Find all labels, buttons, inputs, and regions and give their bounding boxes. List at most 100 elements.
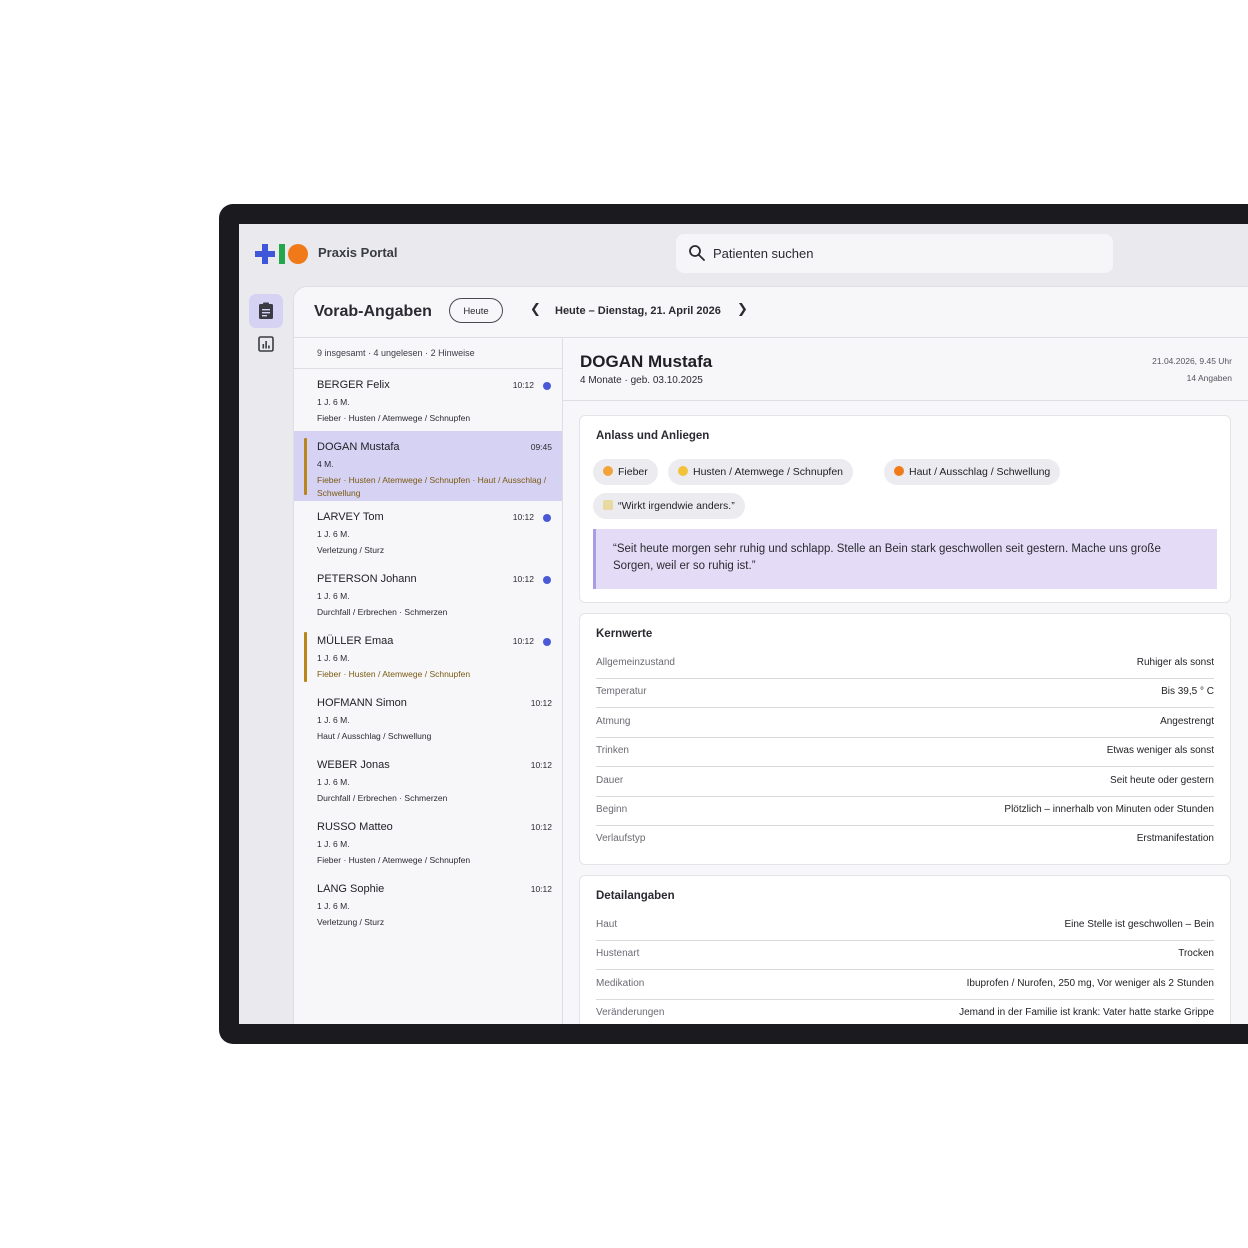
patient-list-item[interactable]: WEBER Jonas 1 J. 6 M. Durchfall / Erbreche… bbox=[294, 749, 562, 811]
patient-list-time: 10:12 bbox=[512, 512, 534, 522]
chip-label: “Wirkt irgendwie anders.” bbox=[618, 500, 735, 512]
clipboard-icon bbox=[259, 302, 273, 319]
patient-list-item[interactable]: LANG Sophie 1 J. 6 M. Verletzung / Sturz 10… bbox=[294, 873, 562, 935]
info-row-label: Beginn bbox=[596, 804, 628, 815]
info-row-label: Hustenart bbox=[596, 948, 640, 960]
patient-search-input[interactable]: Patienten suchen bbox=[676, 234, 1113, 273]
patient-list-item[interactable]: PETERSON Johann 1 J. 6 M. Durchfall / Erbr… bbox=[294, 563, 562, 625]
page-title: Vorab-Angaben bbox=[314, 303, 432, 320]
patient-list-item[interactable]: HOFMANN Simon 1 J. 6 M. Haut / Ausschlag /… bbox=[294, 687, 562, 749]
patient-list-category: Fieber · Husten / Atemwege / Schnupfen bbox=[317, 855, 471, 865]
card-title-kernwerte: Kernwerte bbox=[596, 628, 653, 640]
hint-flag-bar bbox=[304, 438, 307, 495]
info-row-label: Verlaufstyp bbox=[596, 833, 646, 845]
rail-item-vorab-angaben[interactable] bbox=[249, 294, 283, 328]
unread-dot bbox=[543, 638, 551, 646]
info-row: Veränderungen Jemand in der Familie ist k… bbox=[596, 999, 1214, 1024]
chart-icon bbox=[258, 336, 274, 352]
chip-label: Fieber bbox=[618, 466, 648, 478]
info-row: Verlaufstyp Erstmanifestation bbox=[596, 825, 1214, 854]
patient-list-item[interactable]: RUSSO Matteo 1 J. 6 M. Fieber · Husten / A… bbox=[294, 811, 562, 873]
patient-list-category: Fieber · Husten / Atemwege / Schnupfen ·… bbox=[317, 475, 547, 498]
patient-name: DOGAN Mustafa bbox=[580, 352, 713, 371]
patient-list-age: 1 J. 6 M. bbox=[317, 591, 350, 601]
chip-label: Husten / Atemwege / Schnupfen bbox=[693, 466, 844, 478]
info-row: Dauer Seit heute oder gestern bbox=[596, 767, 1214, 797]
unread-dot bbox=[543, 576, 551, 584]
search-icon bbox=[689, 245, 705, 261]
info-row-value: Etwas weniger als sonst bbox=[1106, 745, 1214, 757]
patient-list-name: MÜLLER Emaa bbox=[317, 635, 394, 647]
patient-list-name: RUSSO Matteo bbox=[317, 821, 393, 833]
chip-label: Haut / Ausschlag / Schwellung bbox=[909, 466, 1051, 478]
patient-list-time: 10:12 bbox=[530, 884, 552, 894]
patient-list-item[interactable]: DOGAN Mustafa 4 M. Fieber · Husten / Atemw… bbox=[294, 431, 562, 501]
answer-count: 14 Angaben bbox=[1186, 373, 1232, 383]
patient-list-time: 10:12 bbox=[512, 636, 534, 646]
submission-timestamp: 21.04.2026, 9.45 Uhr bbox=[1152, 356, 1232, 366]
patient-list-item[interactable]: LARVEY Tom 1 J. 6 M. Verletzung / Sturz 10:… bbox=[294, 501, 562, 563]
patient-list-item[interactable]: MÜLLER Emaa 1 J. 6 M. Fieber · Husten / At… bbox=[294, 625, 562, 687]
info-row-value: Ibuprofen / Nurofen, 250 mg, Vor weniger… bbox=[966, 977, 1214, 989]
patient-list-time: 10:12 bbox=[530, 822, 552, 832]
app-title: Praxis Portal bbox=[318, 245, 398, 260]
note-emoji-icon bbox=[603, 500, 613, 510]
chevron-right-icon[interactable]: ❯ bbox=[737, 301, 748, 317]
info-row-label: Trinken bbox=[596, 745, 629, 757]
patient-list-age: 1 J. 6 M. bbox=[317, 529, 350, 539]
page-header: Vorab-Angaben Heute ❮ Heute – Dienstag, … bbox=[294, 287, 1248, 338]
patient-list-age: 1 J. 6 M. bbox=[317, 715, 350, 725]
orange-circle-emoji-icon bbox=[894, 466, 904, 476]
patient-list-category: Haut / Ausschlag / Schwellung bbox=[317, 731, 432, 741]
info-row-label: Dauer bbox=[596, 774, 624, 786]
patient-age-birthdate: 4 Monate · geb. 03.10.2025 bbox=[580, 375, 703, 386]
card-title-detailangaben: Detailangaben bbox=[596, 890, 675, 902]
info-row: Temperatur Bis 39,5 ° C bbox=[596, 678, 1214, 709]
patient-list-name: WEBER Jonas bbox=[317, 759, 390, 771]
patient-list-name: LANG Sophie bbox=[317, 883, 385, 895]
info-row-label: Haut bbox=[596, 919, 618, 930]
info-row-value: Ruhiger als sonst bbox=[1136, 657, 1214, 668]
patient-list-age: 1 J. 6 M. bbox=[317, 901, 350, 911]
info-row-value: Bis 39,5 ° C bbox=[1161, 686, 1214, 698]
rail-item-statistics[interactable] bbox=[249, 328, 283, 362]
patient-list-time: 10:12 bbox=[530, 760, 552, 770]
patient-list-age: 1 J. 6 M. bbox=[317, 777, 350, 787]
patient-list-category: Fieber · Husten / Atemwege / Schnupfen bbox=[317, 669, 471, 679]
patient-list-age: 4 M. bbox=[317, 459, 334, 469]
info-row-value: Plötzlich – innerhalb von Minuten oder S… bbox=[1004, 804, 1214, 815]
chip-husten: Husten / Atemwege / Schnupfen bbox=[668, 459, 854, 485]
info-row: Medikation Ibuprofen / Nurofen, 250 mg, V… bbox=[596, 970, 1214, 1000]
praxis-logo bbox=[255, 244, 308, 264]
card-anlass: Anlass und Anliegen Fieber Husten / Atem… bbox=[579, 415, 1231, 603]
sneezing-face-emoji-icon bbox=[678, 466, 688, 476]
patient-list-category: Verletzung / Sturz bbox=[317, 545, 385, 555]
unread-dot bbox=[543, 514, 551, 522]
info-row-value: Eine Stelle ist geschwollen – Bein bbox=[1064, 919, 1214, 930]
patient-list-time: 09:45 bbox=[530, 442, 552, 452]
search-placeholder: Patienten suchen bbox=[713, 246, 814, 261]
info-row-label: Medikation bbox=[596, 977, 645, 989]
today-button[interactable]: Heute bbox=[449, 298, 503, 323]
list-summary: 9 insgesamt · 4 ungelesen · 2 Hinweise bbox=[317, 348, 475, 358]
info-row: Atmung Angestrengt bbox=[596, 708, 1214, 738]
main-panel: Vorab-Angaben Heute ❮ Heute – Dienstag, … bbox=[293, 286, 1248, 1024]
patient-list-item[interactable]: BERGER Felix 1 J. 6 M. Fieber · Husten / A… bbox=[294, 369, 562, 431]
info-row-value: Erstmanifestation bbox=[1136, 833, 1214, 845]
hint-flag-bar bbox=[304, 632, 307, 682]
patient-list-name: LARVEY Tom bbox=[317, 511, 384, 523]
info-row: Haut Eine Stelle ist geschwollen – Bein bbox=[596, 911, 1214, 941]
hot-face-emoji-icon bbox=[603, 466, 613, 476]
card-title-anlass: Anlass und Anliegen bbox=[596, 430, 710, 442]
patient-list-name: HOFMANN Simon bbox=[317, 697, 407, 709]
info-row: Hustenart Trocken bbox=[596, 940, 1214, 971]
patient-list-age: 1 J. 6 M. bbox=[317, 397, 350, 407]
divider bbox=[563, 400, 1248, 401]
patient-list-name: BERGER Felix bbox=[317, 379, 390, 391]
patient-list-age: 1 J. 6 M. bbox=[317, 839, 350, 849]
patient-list: 9 insgesamt · 4 ungelesen · 2 Hinweise B… bbox=[294, 338, 563, 1024]
patient-detail: DOGAN Mustafa 4 Monate · geb. 03.10.2025… bbox=[563, 338, 1248, 1024]
info-row-value: Trocken bbox=[1178, 948, 1214, 960]
chevron-left-icon[interactable]: ❮ bbox=[530, 301, 541, 317]
info-row: Trinken Etwas weniger als sonst bbox=[596, 737, 1214, 768]
